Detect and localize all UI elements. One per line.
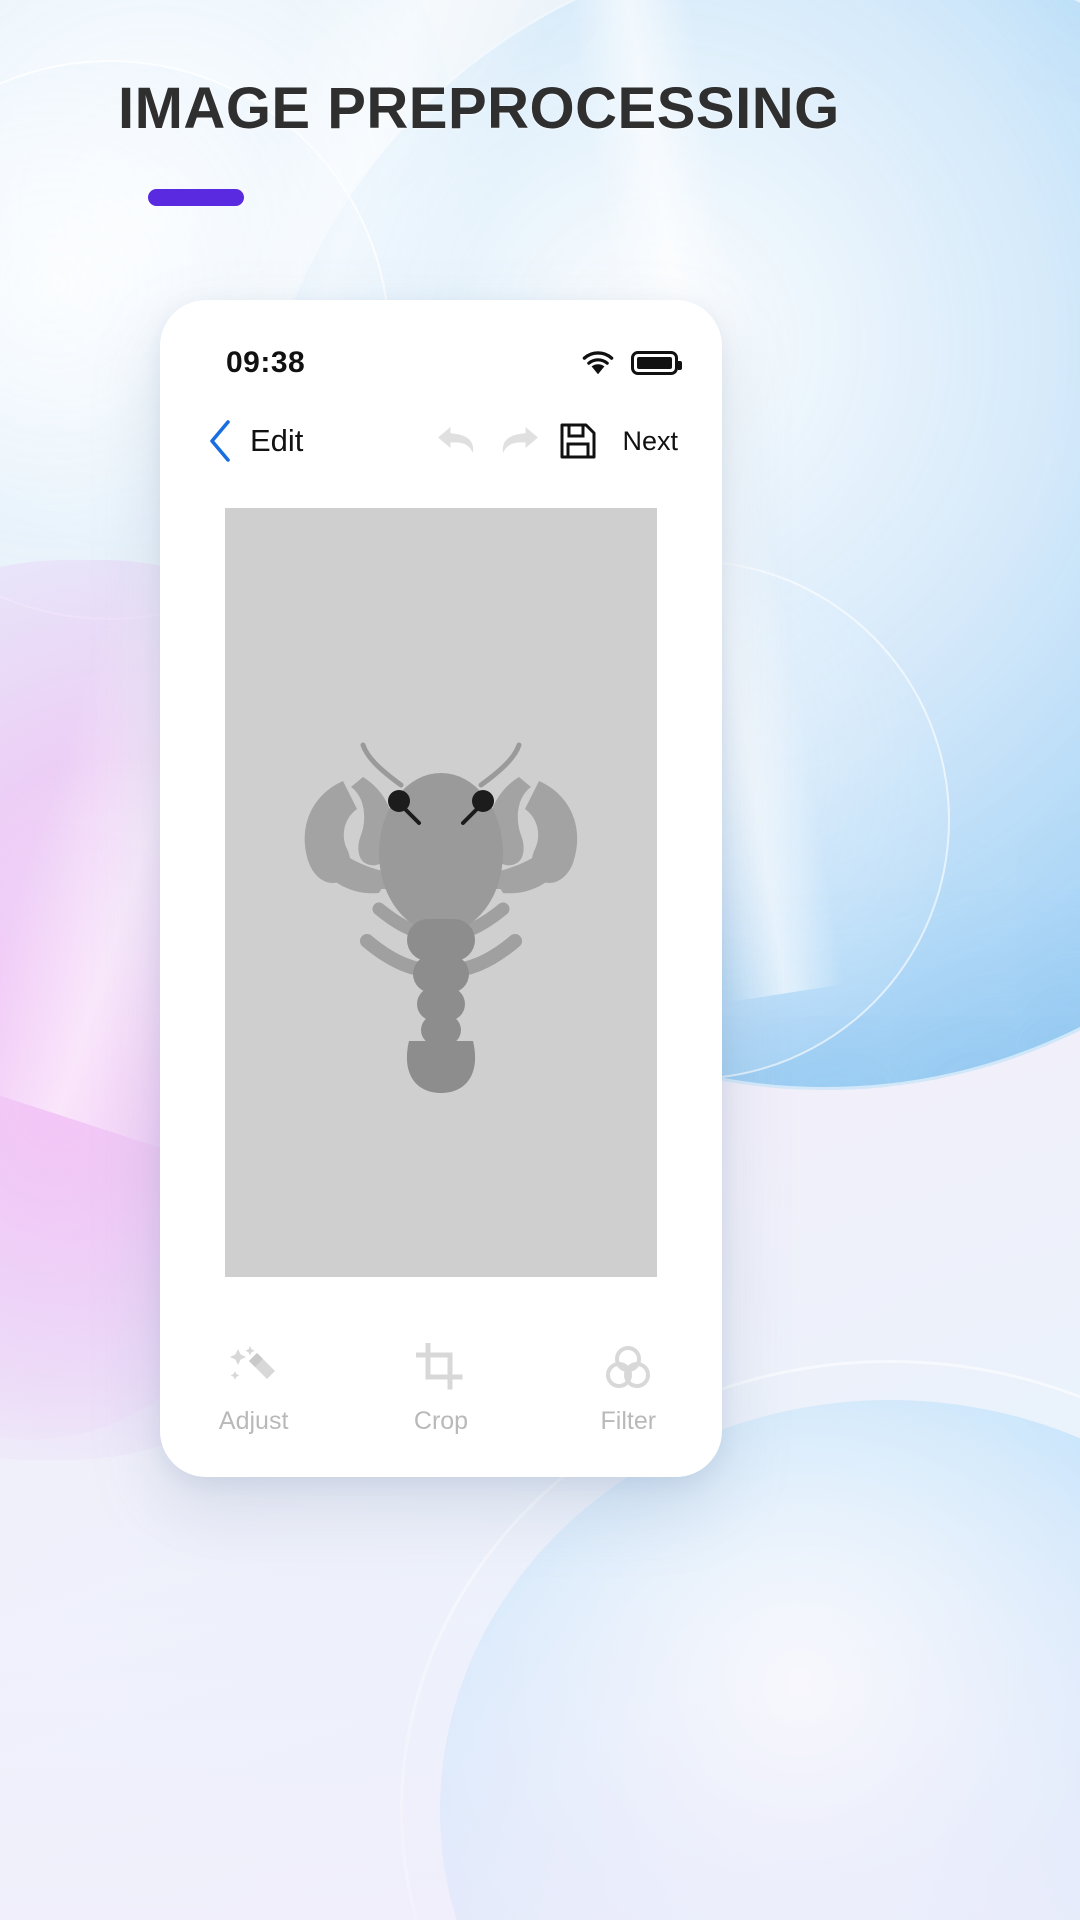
redo-arrow-icon bbox=[503, 427, 539, 453]
status-time: 09:38 bbox=[226, 346, 306, 379]
title-underline-bar bbox=[148, 189, 244, 206]
phone-mockup: 09:38 Edit Next Adjust Crop Filter bbox=[160, 300, 722, 1477]
tool-crop[interactable]: Crop bbox=[347, 1343, 534, 1436]
filter-circles-icon bbox=[606, 1346, 651, 1388]
status-indicators bbox=[581, 350, 682, 376]
photo-canvas-area bbox=[160, 482, 722, 1277]
background-bottom-fade bbox=[0, 1400, 1080, 1920]
photo-canvas[interactable] bbox=[225, 508, 657, 1277]
tool-label-adjust: Adjust bbox=[218, 1407, 289, 1435]
magic-wand-icon bbox=[229, 1346, 275, 1380]
chevron-left-icon bbox=[210, 420, 230, 462]
next-button[interactable]: Next bbox=[622, 426, 678, 457]
undo-arrow-icon bbox=[438, 427, 474, 453]
tool-adjust[interactable]: Adjust bbox=[160, 1343, 347, 1436]
tool-label-crop: Crop bbox=[413, 1407, 469, 1435]
lobster-illustration bbox=[304, 742, 578, 1093]
headline-block: IMAGE PREPROCESSING bbox=[118, 75, 840, 206]
tool-label-filter: Filter bbox=[600, 1407, 657, 1435]
edit-tools-toolbar: Adjust Crop Filter bbox=[160, 1317, 722, 1477]
battery-level-fill bbox=[637, 357, 672, 369]
floppy-disk-save-icon bbox=[560, 423, 596, 459]
status-bar: 09:38 bbox=[160, 300, 722, 400]
battery-icon bbox=[631, 351, 682, 375]
back-button[interactable] bbox=[198, 419, 242, 463]
redo-button[interactable] bbox=[488, 421, 548, 461]
undo-button[interactable] bbox=[428, 421, 488, 461]
page-title: IMAGE PREPROCESSING bbox=[118, 76, 840, 141]
save-button[interactable] bbox=[548, 421, 608, 461]
wifi-icon bbox=[582, 351, 614, 375]
tool-filter[interactable]: Filter bbox=[535, 1343, 722, 1436]
edit-navbar: Edit Next bbox=[160, 400, 722, 482]
screen-title: Edit bbox=[250, 423, 304, 458]
crop-icon bbox=[415, 1343, 463, 1390]
